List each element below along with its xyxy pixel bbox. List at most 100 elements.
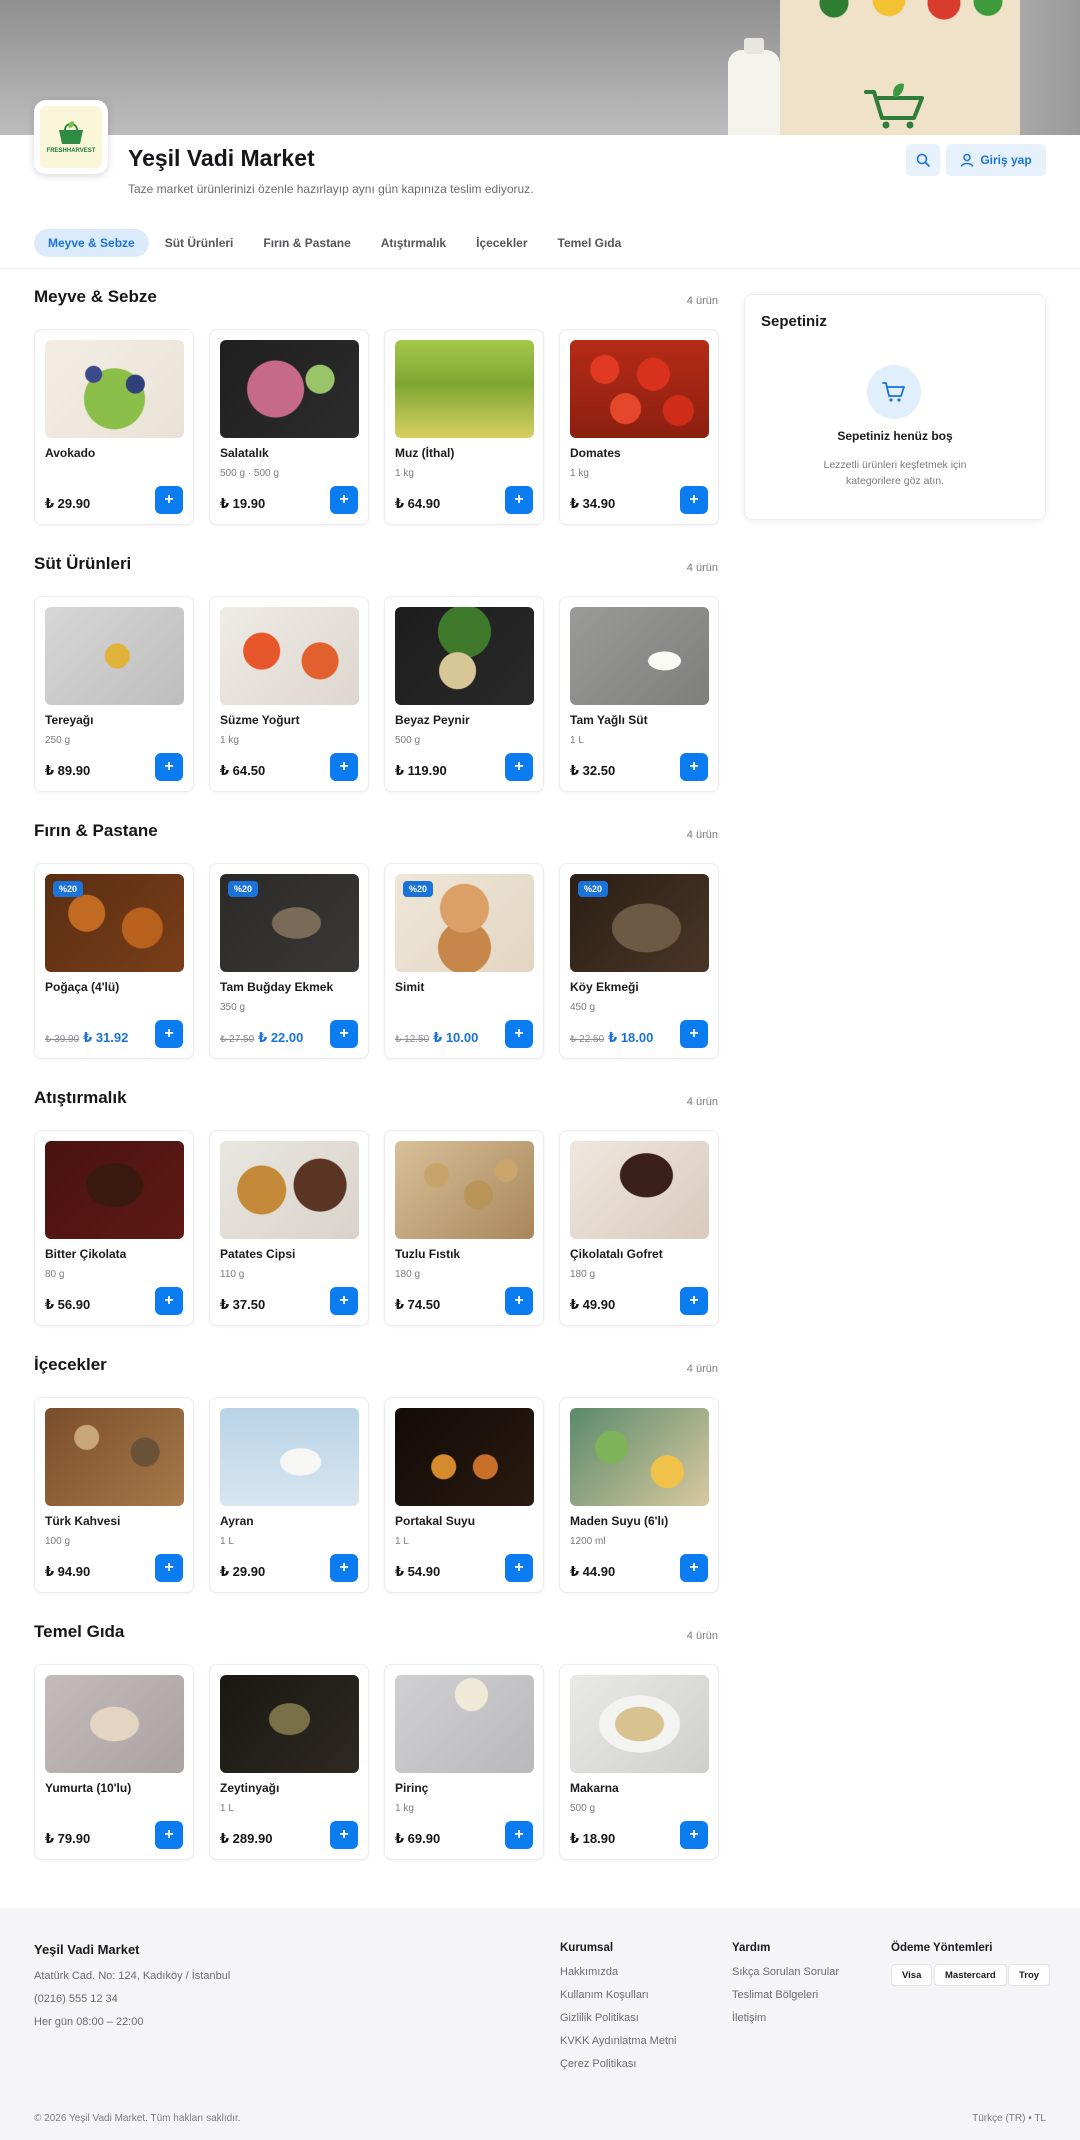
- product-card[interactable]: %20 Simit ₺ 12.50 ₺ 10.00 +: [384, 863, 544, 1059]
- discount-badge: %20: [578, 881, 609, 897]
- store-logo[interactable]: FRESHHARVEST: [34, 100, 108, 174]
- cart-empty-title: Sepetiniz henüz boş: [837, 429, 953, 443]
- product-grid: Avokado ₺ 29.90 + Salatalık 500 g · 500 g ₺ 1…: [34, 329, 719, 525]
- section-count: 4 ürün: [686, 562, 718, 574]
- add-to-cart-button[interactable]: +: [330, 753, 358, 781]
- product-price: ₺ 29.90: [45, 496, 91, 511]
- add-to-cart-button[interactable]: +: [505, 1287, 533, 1315]
- footer-link-contact[interactable]: İletişim: [732, 2012, 766, 2024]
- login-button[interactable]: Giriş yap: [946, 144, 1046, 176]
- product-name: Bitter Çikolata: [45, 1247, 127, 1261]
- discounted-price: ₺ 31.92: [83, 1030, 129, 1045]
- product-name: Patates Cipsi: [220, 1247, 296, 1261]
- product-card[interactable]: Domates 1 kg ₺ 34.90 +: [559, 329, 719, 525]
- footer-link-kvkk[interactable]: KVKK Aydınlatma Metni: [560, 2035, 677, 2047]
- plus-icon: +: [339, 758, 349, 775]
- product-card[interactable]: %20 Poğaça (4'lü) ₺ 39.90 ₺ 31.92 +: [34, 863, 194, 1059]
- product-image: [220, 1675, 359, 1773]
- footer-link-cookies[interactable]: Çerez Politikası: [560, 2058, 636, 2070]
- product-card[interactable]: Zeytinyağı 1 L ₺ 289.90 +: [209, 1664, 369, 1860]
- cart-title: Sepetiniz: [761, 313, 827, 330]
- add-to-cart-button[interactable]: +: [680, 753, 708, 781]
- footer-link-about[interactable]: Hakkımızda: [560, 1966, 618, 1978]
- footer-phone: (0216) 555 12 34: [34, 1993, 118, 2005]
- product-card[interactable]: %20 Tam Buğday Ekmek 350 g ₺ 27.50 ₺ 22.00 +: [209, 863, 369, 1059]
- add-to-cart-button[interactable]: +: [680, 1287, 708, 1315]
- payment-troy: Troy: [1008, 1964, 1051, 1986]
- product-card[interactable]: Patates Cipsi 110 g ₺ 37.50 +: [209, 1130, 369, 1326]
- plus-icon: +: [689, 1025, 699, 1042]
- plus-icon: +: [689, 1292, 699, 1309]
- section-count: 4 ürün: [686, 1630, 718, 1642]
- add-to-cart-button[interactable]: +: [330, 486, 358, 514]
- product-card[interactable]: Ayran 1 L ₺ 29.90 +: [209, 1397, 369, 1593]
- plus-icon: +: [689, 491, 699, 508]
- product-card[interactable]: Çikolatalı Gofret 180 g ₺ 49.90 +: [559, 1130, 719, 1326]
- product-card[interactable]: Muz (İthal) 1 kg ₺ 64.90 +: [384, 329, 544, 525]
- product-card[interactable]: Salatalık 500 g · 500 g ₺ 19.90 +: [209, 329, 369, 525]
- product-name: Muz (İthal): [395, 446, 455, 460]
- footer-help-title: Yardım: [732, 1942, 771, 1954]
- product-card[interactable]: Makarna 500 g ₺ 18.90 +: [559, 1664, 719, 1860]
- add-to-cart-button[interactable]: +: [505, 1821, 533, 1849]
- add-to-cart-button[interactable]: +: [680, 1554, 708, 1582]
- product-image: [45, 1408, 184, 1506]
- product-weight: 250 g: [45, 735, 71, 746]
- product-card[interactable]: Tuzlu Fıstık 180 g ₺ 74.50 +: [384, 1130, 544, 1326]
- add-to-cart-button[interactable]: +: [505, 486, 533, 514]
- product-card[interactable]: Maden Suyu (6'lı) 1200 ml ₺ 44.90 +: [559, 1397, 719, 1593]
- add-to-cart-button[interactable]: +: [155, 753, 183, 781]
- footer-link-delivery[interactable]: Teslimat Bölgeleri: [732, 1989, 818, 2001]
- add-to-cart-button[interactable]: +: [330, 1287, 358, 1315]
- add-to-cart-button[interactable]: +: [330, 1821, 358, 1849]
- add-to-cart-button[interactable]: +: [330, 1554, 358, 1582]
- product-card[interactable]: Türk Kahvesi 100 g ₺ 94.90 +: [34, 1397, 194, 1593]
- product-card[interactable]: Portakal Suyu 1 L ₺ 54.90 +: [384, 1397, 544, 1593]
- product-card[interactable]: Avokado ₺ 29.90 +: [34, 329, 194, 525]
- tab-meyve-sebze[interactable]: Meyve & Sebze: [34, 229, 149, 257]
- tab-temel-gida[interactable]: Temel Gıda: [544, 229, 636, 257]
- product-card[interactable]: Beyaz Peynir 500 g ₺ 119.90 +: [384, 596, 544, 792]
- product-card[interactable]: Süzme Yoğurt 1 kg ₺ 64.50 +: [209, 596, 369, 792]
- tab-firin-pastane[interactable]: Fırın & Pastane: [249, 229, 364, 257]
- add-to-cart-button[interactable]: +: [155, 1554, 183, 1582]
- product-name: Çikolatalı Gofret: [570, 1247, 663, 1261]
- tab-icecekler[interactable]: İçecekler: [462, 229, 541, 257]
- product-weight: 180 g: [395, 1269, 421, 1280]
- tab-atistirmalik[interactable]: Atıştırmalık: [367, 229, 460, 257]
- add-to-cart-button[interactable]: +: [680, 486, 708, 514]
- product-image: [220, 607, 359, 705]
- old-price: ₺ 22.50: [570, 1034, 605, 1045]
- product-card[interactable]: %20 Köy Ekmeği 450 g ₺ 22.50 ₺ 18.00 +: [559, 863, 719, 1059]
- footer-link-faq[interactable]: Sıkça Sorulan Sorular: [732, 1966, 839, 1978]
- product-card[interactable]: Yumurta (10'lu) ₺ 79.90 +: [34, 1664, 194, 1860]
- language-currency-selector[interactable]: Türkçe (TR) • TL: [900, 2113, 1046, 2124]
- plus-icon: +: [339, 1826, 349, 1843]
- milk-bottle-image: [728, 38, 780, 135]
- add-to-cart-button[interactable]: +: [680, 1821, 708, 1849]
- discounted-price: ₺ 18.00: [608, 1030, 654, 1045]
- product-image: [570, 340, 709, 438]
- add-to-cart-button[interactable]: +: [155, 1020, 183, 1048]
- product-image: [45, 1141, 184, 1239]
- add-to-cart-button[interactable]: +: [155, 486, 183, 514]
- add-to-cart-button[interactable]: +: [505, 1554, 533, 1582]
- product-card[interactable]: Bitter Çikolata 80 g ₺ 56.90 +: [34, 1130, 194, 1326]
- add-to-cart-button[interactable]: +: [505, 1020, 533, 1048]
- search-button[interactable]: [906, 144, 940, 176]
- add-to-cart-button[interactable]: +: [155, 1287, 183, 1315]
- product-price: ₺ 74.50: [395, 1297, 441, 1312]
- footer-link-terms[interactable]: Kullanım Koşulları: [560, 1989, 649, 2001]
- product-card[interactable]: Pirinç 1 kg ₺ 69.90 +: [384, 1664, 544, 1860]
- product-weight: 110 g: [220, 1269, 245, 1280]
- add-to-cart-button[interactable]: +: [680, 1020, 708, 1048]
- product-card[interactable]: Tereyağı 250 g ₺ 89.90 +: [34, 596, 194, 792]
- tab-sut-urunleri[interactable]: Süt Ürünleri: [151, 229, 248, 257]
- product-weight: 450 g: [570, 1002, 596, 1013]
- product-name: Beyaz Peynir: [395, 713, 470, 727]
- footer-link-privacy[interactable]: Gizlilik Politikası: [560, 2012, 639, 2024]
- add-to-cart-button[interactable]: +: [330, 1020, 358, 1048]
- product-card[interactable]: Tam Yağlı Süt 1 L ₺ 32.50 +: [559, 596, 719, 792]
- add-to-cart-button[interactable]: +: [155, 1821, 183, 1849]
- add-to-cart-button[interactable]: +: [505, 753, 533, 781]
